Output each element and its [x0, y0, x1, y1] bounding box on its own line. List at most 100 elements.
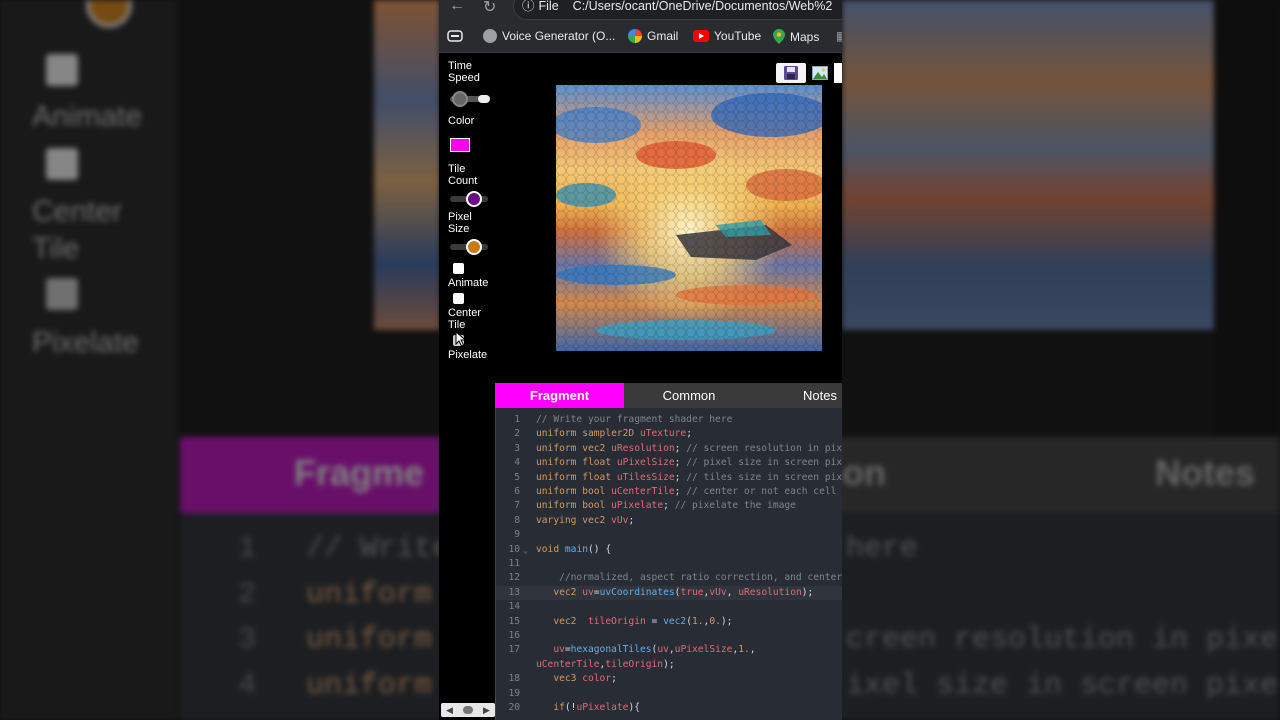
code-line[interactable]: 13 vec2 uv=uvCoordinates(true,vUv, uReso…	[496, 585, 842, 601]
code-line[interactable]: 16	[496, 629, 842, 643]
bookmark-voice-generator[interactable]: Voice Generator (O...	[483, 29, 615, 43]
code-line[interactable]: 18 vec3 color;	[496, 672, 842, 686]
code-line[interactable]: 7 uniform bool uPixelate; // pixelate the…	[496, 499, 842, 513]
line-number: 1	[514, 414, 520, 425]
backdrop-label: Pixelate	[32, 326, 139, 359]
pixel-size-label: Pixel Size	[448, 211, 472, 235]
line-number: 6	[514, 486, 520, 497]
code-line[interactable]: 1 // Write your fragment shader here	[496, 413, 842, 427]
tile-count-slider[interactable]	[450, 191, 488, 207]
pixelated-sunset-image	[556, 85, 822, 351]
scheme-label: File	[538, 0, 559, 13]
image-icon	[812, 66, 828, 80]
line-number: 13	[508, 586, 520, 598]
code-text: vec2 tileOrigin = vec2(1.,0.);	[553, 615, 733, 627]
code-text: uniform float uPixelSize; // pixel size …	[536, 457, 842, 469]
backdrop-line-number: 3	[238, 623, 257, 657]
web-page: Time Speed Color Tile Count Pixel Size A…	[439, 53, 842, 720]
code-line[interactable]: 9	[496, 528, 842, 542]
line-number: 20	[508, 702, 520, 713]
backdrop-dark-edge	[1214, 0, 1280, 437]
back-arrow-icon[interactable]: ←	[449, 0, 465, 15]
scroll-left-icon[interactable]: ◀	[446, 705, 453, 716]
google-icon	[628, 29, 642, 43]
center-tile-checkbox[interactable]	[453, 293, 464, 304]
pixel-size-slider[interactable]	[450, 239, 488, 255]
code-line[interactable]: 19	[496, 687, 842, 701]
tab-notes[interactable]: Notes	[785, 383, 842, 408]
backdrop-code-line: ixel size in screen pixe	[846, 669, 1279, 703]
bookmark-label: YouTube	[714, 29, 762, 43]
code-text: //normalized, aspect ratio correction, a…	[559, 572, 842, 584]
scroll-right-icon[interactable]: ▶	[483, 705, 490, 716]
code-line[interactable]: 17 uv=hexagonalTiles(uv,uPixelSize,1.,	[496, 643, 842, 657]
code-editor[interactable]: 1 // Write your fragment shader here 2 unif…	[495, 408, 842, 720]
backdrop-code-line: // Write	[306, 532, 451, 566]
code-line[interactable]: 3 uniform vec2 uResolution; // screen res…	[496, 442, 842, 456]
line-number: 10	[508, 543, 520, 555]
bookmark-gmail[interactable]: Gmail	[628, 29, 678, 43]
code-line[interactable]: 4 uniform float uPixelSize; // pixel size…	[496, 456, 842, 470]
slider-knob[interactable]	[466, 191, 482, 207]
code-line[interactable]: 10 void main() {⌄	[496, 543, 842, 557]
backdrop-code-line: uniform	[306, 669, 433, 703]
backdrop-line-number: 1	[238, 532, 257, 566]
time-speed-slider[interactable]	[450, 91, 490, 107]
voice-generator-icon	[483, 29, 497, 43]
code-line[interactable]: 14	[496, 600, 842, 614]
maps-icon	[773, 29, 785, 44]
color-picker[interactable]	[450, 138, 470, 152]
backdrop-image-right	[842, 0, 1214, 330]
mouse-cursor-icon	[455, 331, 467, 347]
code-line[interactable]: 11	[496, 557, 842, 571]
line-number: 7	[514, 500, 520, 512]
omnibox[interactable]: ⓘ File C:/Users/ocant/OneDrive/Documentos/…	[513, 0, 842, 20]
backdrop-label: Center	[32, 195, 123, 228]
line-number: 5	[514, 471, 520, 483]
line-number: 14	[508, 601, 520, 613]
code-line[interactable]: 2 uniform sampler2D uTexture;	[496, 427, 842, 441]
code-line[interactable]: 20 if(!uPixelate){	[496, 701, 842, 715]
info-icon[interactable]: ⓘ	[522, 0, 535, 13]
url-text[interactable]: C:/Users/ocant/OneDrive/Documentos/Web%2	[573, 0, 833, 13]
reload-icon[interactable]: ↻	[483, 0, 496, 17]
tile-count-label: Tile Count	[448, 163, 478, 187]
slider-knob[interactable]	[466, 239, 482, 255]
code-line[interactable]: uCenterTile,tileOrigin);	[496, 658, 842, 672]
code-line[interactable]: 8 varying vec2 vUv;	[496, 514, 842, 528]
code-line[interactable]: 6 uniform bool uCenterTile; // center or …	[496, 485, 842, 499]
code-text: uniform bool uCenterTile; // center or n…	[536, 486, 837, 497]
horizontal-scrollbar[interactable]: ◀ ▶	[441, 703, 495, 717]
center-tile-label: Center Tile	[448, 307, 482, 331]
tab-fragment[interactable]: Fragment	[495, 383, 624, 408]
bookmark-overflow-icon[interactable]: ▦	[836, 29, 842, 43]
bookmark-maps[interactable]: Maps	[773, 29, 819, 44]
scrollbar-thumb[interactable]	[462, 706, 473, 714]
line-number: 17	[508, 644, 520, 656]
code-text: uniform vec2 uResolution; // screen reso…	[536, 442, 842, 454]
color-label: Color	[448, 115, 475, 127]
code-line[interactable]: 15 vec2 tileOrigin = vec2(1.,0.);	[496, 615, 842, 629]
time-speed-label: Time Speed	[448, 60, 480, 84]
code-text: uniform sampler2D uTexture;	[536, 428, 692, 440]
code-line[interactable]: 12 //normalized, aspect ratio correction…	[496, 571, 842, 585]
slider-knob[interactable]	[452, 91, 468, 107]
backdrop-tab-label: Fragme	[294, 452, 425, 493]
tab-search-icon[interactable]	[447, 29, 463, 43]
image-button[interactable]	[809, 63, 831, 83]
line-number: 11	[508, 558, 520, 569]
backdrop-image-left	[374, 0, 440, 330]
pixelate-label: Pixelate	[448, 349, 488, 361]
code-line[interactable]: 5 uniform float uTilesSize; // tiles size…	[496, 471, 842, 485]
save-icon	[784, 66, 798, 80]
line-number: 3	[514, 442, 520, 454]
animate-checkbox[interactable]	[453, 263, 464, 274]
line-number: 8	[514, 514, 520, 526]
save-button[interactable]	[776, 63, 806, 83]
tab-common[interactable]: Common	[624, 383, 754, 408]
bookmark-youtube[interactable]: YouTube	[693, 29, 761, 43]
editor-tabs: Fragment Common Notes	[495, 383, 842, 408]
fold-arrow-icon[interactable]: ⌄	[523, 544, 528, 558]
backdrop-tab-label: Notes	[1155, 452, 1256, 493]
bookmark-label: Voice Generator (O...	[502, 29, 616, 43]
